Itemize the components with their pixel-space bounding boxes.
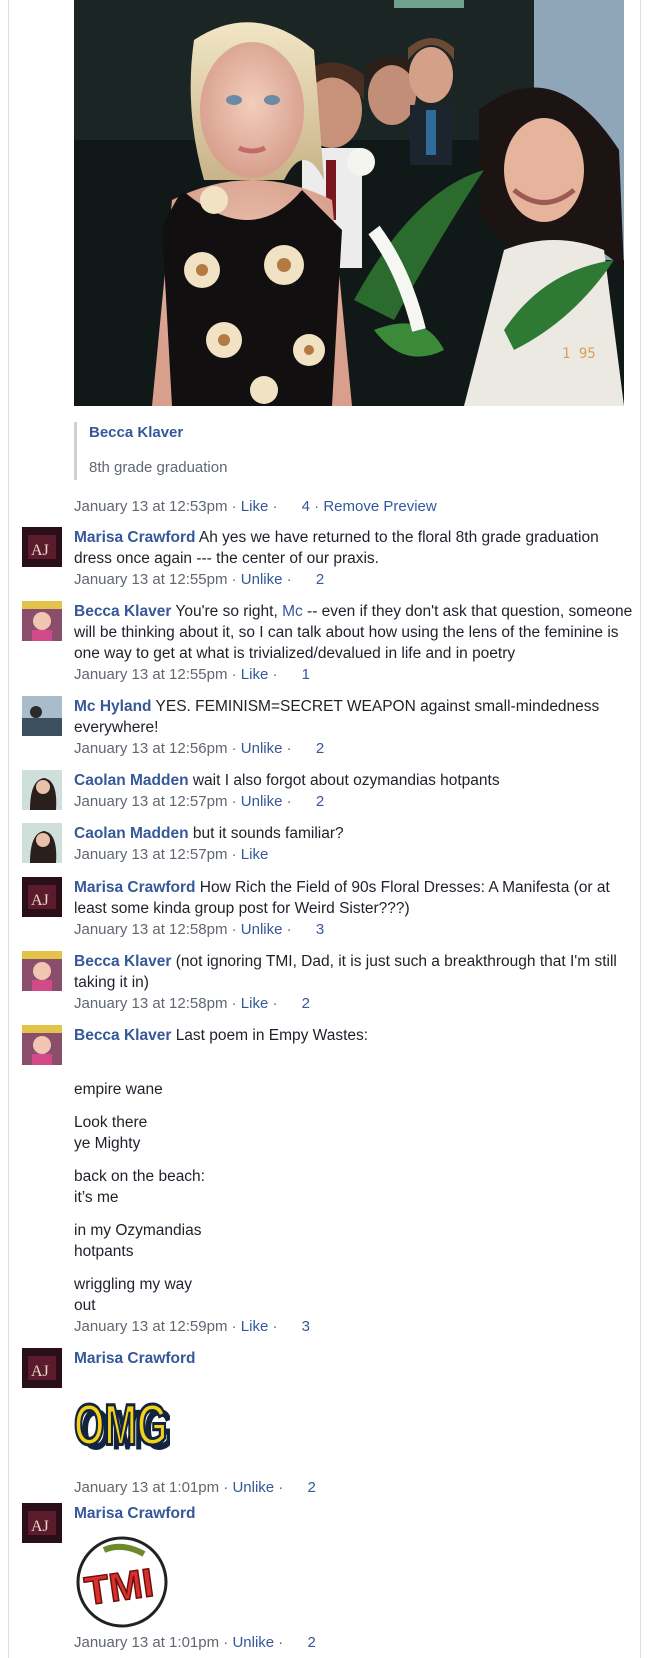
like-count[interactable]: 2: [316, 740, 324, 757]
timestamp[interactable]: January 13 at 12:55pm: [74, 666, 227, 683]
svg-text:AJ: AJ: [31, 1363, 49, 1380]
poem: empire wane Look there ye Mighty back on …: [74, 1079, 634, 1316]
poem-line: back on the beach:: [74, 1168, 205, 1185]
comment-meta: January 13 at 12:57pm · Unlike · 2: [74, 793, 325, 810]
poem-line: hotpants: [74, 1243, 134, 1260]
like-button[interactable]: Like: [241, 666, 269, 683]
poem-line: wriggling my way: [74, 1276, 193, 1293]
comment-meta: January 13 at 1:01pm · Unlike · 2: [74, 1479, 316, 1496]
poem-stanza: in my Ozymandias hotpants: [74, 1220, 634, 1262]
svg-text:AJ: AJ: [31, 1518, 49, 1535]
preview-text: 8th grade graduation: [89, 459, 228, 476]
tmi-sticker[interactable]: TMI: [74, 1532, 170, 1628]
comment-meta: January 13 at 12:57pm · Like: [74, 846, 269, 863]
poem-line: it’s me: [74, 1189, 119, 1206]
poem-line: Look there: [74, 1114, 148, 1131]
comment-author[interactable]: Becca Klaver: [74, 603, 171, 620]
unlike-button[interactable]: Unlike: [232, 1479, 274, 1496]
poem-stanza: back on the beach: it’s me: [74, 1166, 634, 1208]
avatar[interactable]: [22, 1025, 62, 1065]
comment-meta: January 13 at 12:55pm · Like · 1: [74, 666, 310, 683]
timestamp[interactable]: January 13 at 12:59pm: [74, 1318, 227, 1335]
like-button[interactable]: Like: [241, 498, 269, 515]
timestamp[interactable]: January 13 at 12:57pm: [74, 846, 227, 863]
poem-line: out: [74, 1297, 96, 1314]
comment-author[interactable]: Marisa Crawford: [74, 529, 195, 546]
like-count[interactable]: 4: [302, 498, 310, 515]
avatar[interactable]: [22, 601, 62, 641]
unlike-button[interactable]: Unlike: [232, 1634, 274, 1651]
comment-text: wait I also forgot about ozymandias hotp…: [192, 772, 500, 789]
timestamp[interactable]: January 13 at 12:55pm: [74, 571, 227, 588]
post-meta: January 13 at 12:53pm · Like · 4 · Remov…: [74, 498, 437, 515]
comment-author[interactable]: Mc Hyland: [74, 698, 152, 715]
comment-meta: January 13 at 12:58pm · Like · 2: [74, 995, 310, 1012]
like-button[interactable]: Like: [241, 995, 269, 1012]
timestamp[interactable]: January 13 at 12:53pm: [74, 498, 227, 515]
comment-text: but it sounds familiar?: [192, 825, 344, 842]
unlike-button[interactable]: Unlike: [241, 793, 283, 810]
shared-photo[interactable]: 1 95: [74, 0, 624, 406]
poem-stanza: empire wane: [74, 1079, 634, 1100]
timestamp[interactable]: January 13 at 1:01pm: [74, 1479, 219, 1496]
comment-meta: January 13 at 12:55pm · Unlike · 2: [74, 571, 325, 588]
link-preview[interactable]: Becca Klaver 8th grade graduation: [74, 422, 629, 480]
comment-text-before: You're so right,: [175, 603, 283, 620]
avatar[interactable]: [22, 770, 62, 810]
like-count[interactable]: 2: [307, 1634, 315, 1651]
avatar[interactable]: AJ: [22, 1348, 62, 1388]
timestamp[interactable]: January 13 at 1:01pm: [74, 1634, 219, 1651]
timestamp[interactable]: January 13 at 12:57pm: [74, 793, 227, 810]
poem-line: in my Ozymandias: [74, 1222, 202, 1239]
avatar[interactable]: [22, 823, 62, 863]
svg-text:1 95: 1 95: [562, 346, 596, 362]
avatar[interactable]: AJ: [22, 1503, 62, 1543]
comment-author[interactable]: Becca Klaver: [74, 1027, 171, 1044]
poem-stanza: Look there ye Mighty: [74, 1112, 634, 1154]
avatar[interactable]: AJ: [22, 877, 62, 917]
comment-author[interactable]: Marisa Crawford: [74, 1348, 634, 1369]
comment-author[interactable]: Marisa Crawford: [74, 1503, 634, 1524]
like-button[interactable]: Like: [241, 846, 269, 863]
comment-author[interactable]: Caolan Madden: [74, 825, 189, 842]
comment-text: Last poem in Empy Wastes:: [175, 1027, 369, 1044]
omg-sticker[interactable]: OMG OMG: [73, 1377, 174, 1473]
timestamp[interactable]: January 13 at 12:58pm: [74, 921, 227, 938]
sticker-text: OMG: [74, 1393, 167, 1457]
comment-meta: January 13 at 1:01pm · Unlike · 2: [74, 1634, 316, 1651]
comment-meta: January 13 at 12:59pm · Like · 3: [74, 1318, 310, 1335]
poem-line: ye Mighty: [74, 1135, 141, 1152]
poem-stanza: wriggling my way out: [74, 1274, 634, 1316]
svg-text:AJ: AJ: [31, 892, 49, 909]
comment-author[interactable]: Caolan Madden: [74, 772, 189, 789]
avatar[interactable]: AJ: [22, 527, 62, 567]
like-count[interactable]: 2: [307, 1479, 315, 1496]
comment-text: YES. FEMINISM=SECRET WEAPON against smal…: [74, 698, 600, 736]
timestamp[interactable]: January 13 at 12:58pm: [74, 995, 227, 1012]
poem-line: empire wane: [74, 1081, 163, 1098]
comment-meta: January 13 at 12:56pm · Unlike · 2: [74, 740, 325, 757]
timestamp[interactable]: January 13 at 12:56pm: [74, 740, 227, 757]
like-count[interactable]: 3: [316, 921, 324, 938]
like-count[interactable]: 2: [316, 571, 324, 588]
like-count[interactable]: 1: [302, 666, 310, 683]
comment-meta: January 13 at 12:58pm · Unlike · 3: [74, 921, 325, 938]
preview-author[interactable]: Becca Klaver: [89, 424, 629, 441]
mention-link[interactable]: Mc: [282, 603, 303, 620]
comment-author[interactable]: Marisa Crawford: [74, 879, 195, 896]
like-button[interactable]: Like: [241, 1318, 269, 1335]
unlike-button[interactable]: Unlike: [241, 571, 283, 588]
like-count[interactable]: 2: [302, 995, 310, 1012]
like-count[interactable]: 2: [316, 793, 324, 810]
comment-author[interactable]: Becca Klaver: [74, 953, 171, 970]
unlike-button[interactable]: Unlike: [241, 921, 283, 938]
avatar[interactable]: [22, 951, 62, 991]
remove-preview-button[interactable]: Remove Preview: [323, 498, 436, 515]
unlike-button[interactable]: Unlike: [241, 740, 283, 757]
svg-text:AJ: AJ: [31, 542, 49, 559]
avatar[interactable]: [22, 696, 62, 736]
like-count[interactable]: 3: [302, 1318, 310, 1335]
